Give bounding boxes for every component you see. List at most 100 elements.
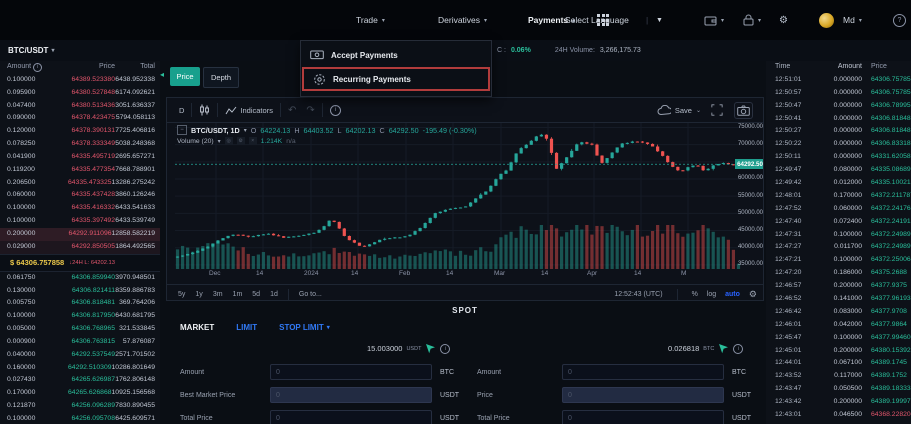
trade-amount: 0.000000 [817,113,862,126]
buy-amount-input[interactable] [270,364,432,380]
bid-row[interactable]: 0.121870 64256.096289 7830.890455 [0,400,160,413]
info-icon[interactable]: i [733,344,743,354]
price-axis[interactable]: 75000.0070000.0060000.0055000.0050000.00… [737,123,764,269]
time-axis[interactable]: Dec14202414Feb14Mar14Apr14M [175,270,741,282]
pair-selector[interactable]: BTC/USDT ▾ [0,46,54,55]
asks-list: 0.100000 64389.523380 6438.952338 0.0959… [0,74,160,254]
bid-row[interactable]: 0.005750 64306.818481 369.764206 [0,297,160,310]
bid-price: 64292.510309 [57,362,111,375]
collapse-panel-icon[interactable]: ◂ [160,70,164,79]
ask-row[interactable]: 0.120000 64378.390131 7725.406816 [0,125,160,138]
goto-date-button[interactable]: Go to... [299,291,322,298]
fullscreen-button[interactable] [711,104,723,116]
menu-item-recurring-payments[interactable]: Recurring Payments [302,67,490,91]
redo-icon[interactable]: ↷ [306,105,314,116]
bid-row[interactable]: 0.027430 64265.626987 1762.806148 [0,374,160,387]
eye-icon[interactable]: ◎ [225,137,233,145]
sell-amount-input[interactable] [562,364,724,380]
bid-row[interactable]: 0.005000 64306.768965 321.533845 [0,323,160,336]
ask-row[interactable]: 0.119200 64335.477354 7668.788901 [0,164,160,177]
bid-row[interactable]: 0.040000 64292.537549 2571.701502 [0,349,160,362]
time-axis-label: 2024 [304,270,318,277]
bid-row[interactable]: 0.061750 64306.859940 3970.948501 [0,272,160,285]
nav-trade[interactable]: Trade ▾ [356,0,385,40]
ask-row[interactable]: 0.095900 64380.527848 6174.092621 [0,87,160,100]
range-5d[interactable]: 5d [252,291,260,298]
bid-row[interactable]: 0.100000 64256.095708 6425.609571 [0,413,160,424]
info-icon[interactable]: i [330,105,341,116]
bid-row[interactable]: 0.000900 64306.763815 57.876087 [0,336,160,349]
ask-row[interactable]: 0.206500 64335.473325 13286.275242 [0,177,160,190]
sell-total-input[interactable] [562,410,724,424]
close-icon[interactable]: × [249,137,257,145]
chart-clock[interactable]: 12:52:43 (UTC) [614,291,662,298]
ask-amount: 0.078250 [0,138,59,151]
camera-icon [737,105,750,116]
volume-ma-label[interactable]: Volume (20) [177,138,214,145]
menu-item-accept-payments[interactable]: Accept Payments [301,44,491,66]
range-5y[interactable]: 5y [178,291,185,298]
scale-auto-button[interactable]: auto [725,291,740,298]
range-1d[interactable]: 1d [270,291,278,298]
trade-amount: 0.042000 [817,319,862,332]
save-button[interactable]: Save ⌄ [657,105,701,116]
sell-price-row: Price USDT [477,387,751,403]
interval-button[interactable]: D [179,106,184,115]
buy-total-input[interactable] [270,410,432,424]
chart-settings-button[interactable]: ⚙ [749,289,757,300]
tab-market[interactable]: MARKET [180,323,214,332]
chart-toolbar: D Indicators ↶ ↷ i [167,98,763,123]
chart-symbol-label[interactable]: BTC/USDT, 1D [191,126,240,135]
indicators-button[interactable]: Indicators [225,106,273,115]
buy-price-input[interactable] [270,387,432,403]
range-1y[interactable]: 1y [195,291,202,298]
ask-row[interactable]: 0.100000 64389.523380 6438.952338 [0,74,160,87]
ask-row[interactable]: 0.200000 64292.911096 12858.582219 [0,228,160,241]
undo-icon[interactable]: ↶ [288,105,296,116]
ask-row[interactable]: 0.078250 64378.333349 5038.248368 [0,138,160,151]
ask-row[interactable]: 0.090000 64378.423475 5794.058113 [0,112,160,125]
ask-price: 64335.477354 [59,164,115,177]
last-price-row[interactable]: $ 64306.757858 ↓24H L: 64202.13 [0,254,160,272]
tab-depth[interactable]: Depth [203,67,239,88]
ask-row[interactable]: 0.029000 64292.850505 1864.492565 [0,241,160,254]
help-button[interactable]: ? [893,0,906,40]
bid-amount: 0.040000 [0,349,59,362]
collapse-legend-icon[interactable]: − [177,125,187,135]
scale-percent-button[interactable]: % [692,291,698,298]
settings-button[interactable]: ⚙ [779,0,788,40]
bid-row[interactable]: 0.160000 64292.510309 10286.801649 [0,362,160,375]
bid-row[interactable]: 0.170000 64265.626868 10925.156568 [0,387,160,400]
ask-row[interactable]: 0.041900 64335.495719 2695.657271 [0,151,160,164]
help-icon: ? [893,14,906,27]
scale-log-button[interactable]: log [707,291,716,298]
range-1m[interactable]: 1m [233,291,243,298]
ask-row[interactable]: 0.100000 64335.397492 6433.539749 [0,215,160,228]
candle-style-button[interactable] [199,104,210,116]
info-icon[interactable]: i [33,63,42,72]
wallet-menu[interactable]: ▾ [704,0,724,40]
tab-price[interactable]: Price [170,67,200,86]
snapshot-button[interactable] [734,102,753,119]
orders-menu[interactable]: ▾ [742,0,761,40]
gear-icon[interactable]: ⚙ [237,137,245,145]
user-menu[interactable]: Md ▾ [819,0,862,40]
ask-row[interactable]: 0.100000 64335.416332 6433.541633 [0,202,160,215]
cursor-arrow-icon[interactable] [425,343,436,354]
sell-price-input[interactable] [562,387,724,403]
ask-row[interactable]: 0.060000 64335.437428 3860.126246 [0,189,160,202]
language-caret-button[interactable]: ▼ [656,0,663,40]
bid-row[interactable]: 0.100000 64306.817950 6430.681795 [0,310,160,323]
bid-price: 64256.096289 [59,400,115,413]
tab-stop-limit[interactable]: STOP LIMIT ▾ [279,323,330,332]
price-axis-label: 40000.00 [738,244,763,250]
ask-row[interactable]: 0.047400 64380.513436 3051.636337 [0,100,160,113]
chevron-down-icon: ▾ [218,138,221,145]
info-icon[interactable]: i [440,344,450,354]
nav-derivatives[interactable]: Derivatives ▾ [438,0,487,40]
cursor-arrow-icon[interactable] [718,343,729,354]
range-3m[interactable]: 3m [213,291,223,298]
bid-row[interactable]: 0.130000 64306.821411 8359.886783 [0,285,160,298]
tab-limit[interactable]: LIMIT [236,323,257,332]
language-selector[interactable]: Select Language [565,0,629,40]
